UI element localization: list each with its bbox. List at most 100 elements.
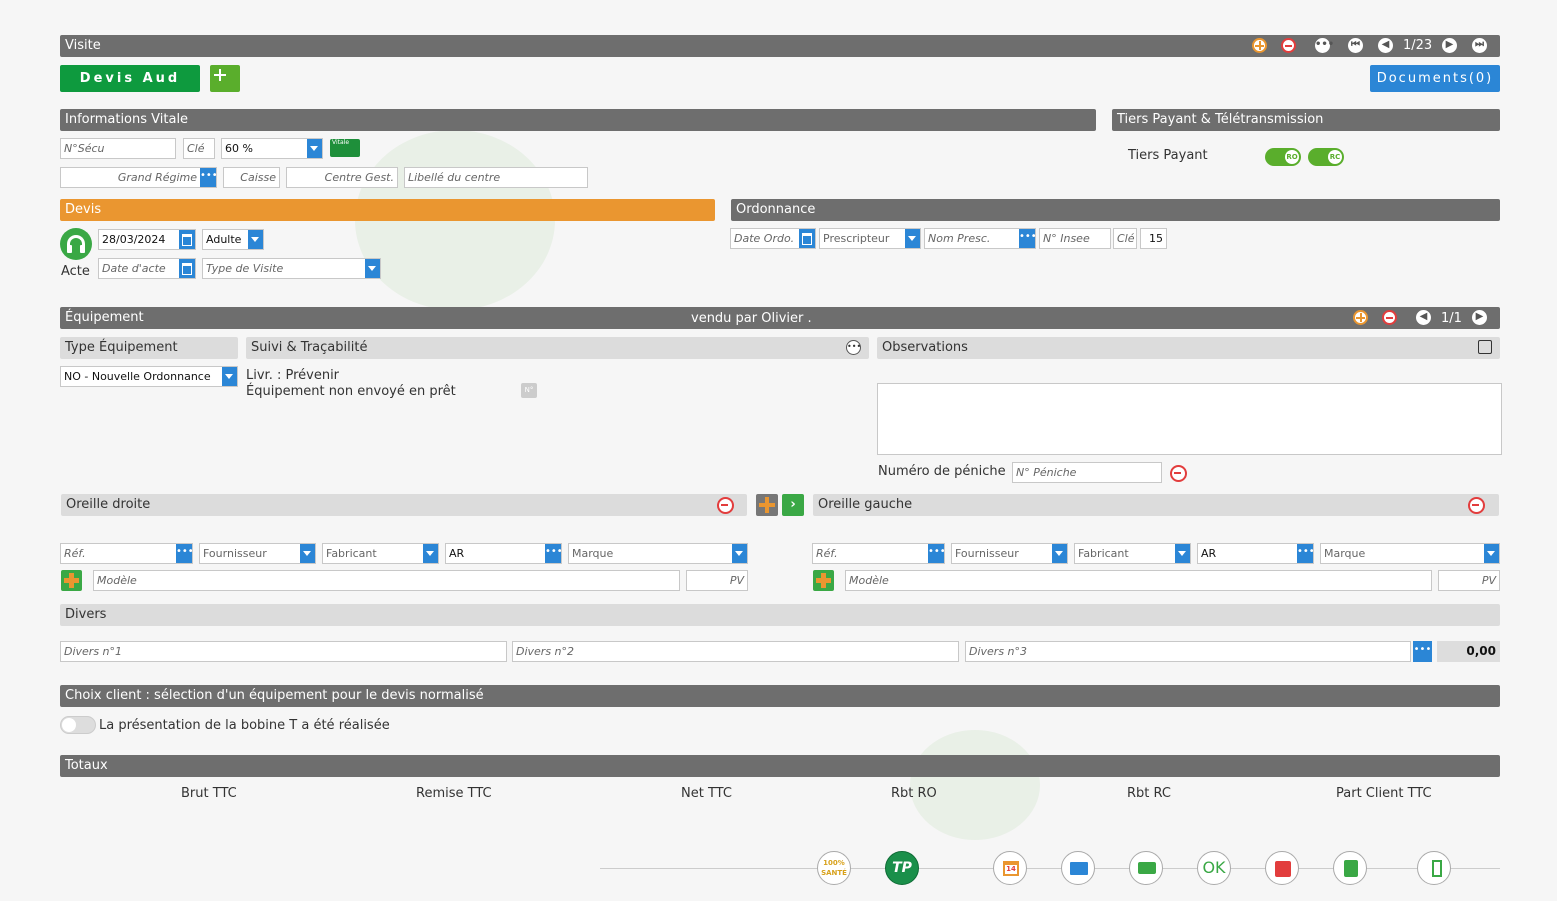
remove-peniche-icon[interactable] xyxy=(1170,465,1187,482)
observations-textarea[interactable] xyxy=(877,383,1502,455)
ordo-cle-input[interactable]: Clé xyxy=(1113,228,1137,249)
calendar-button[interactable]: 14 xyxy=(993,851,1027,885)
background-watermark-logo-2 xyxy=(910,730,1040,840)
date-acte-input[interactable]: Date d'acte xyxy=(98,258,196,279)
nom-presc-input[interactable]: Nom Presc. ••• xyxy=(924,228,1036,249)
ro-toggle[interactable]: RO xyxy=(1265,148,1301,166)
choix-client-header: Choix client : sélection d'un équipement… xyxy=(60,685,1500,707)
more-options-icon[interactable]: ••• xyxy=(1315,38,1334,53)
numero-icon[interactable]: N° xyxy=(521,383,537,398)
chevron-down-icon xyxy=(1175,544,1190,563)
og-fabricant-select[interactable]: Fabricant xyxy=(1074,543,1191,564)
edit-observations-icon[interactable] xyxy=(1478,340,1492,354)
exit-button[interactable] xyxy=(1417,851,1451,885)
headphones-icon[interactable] xyxy=(60,228,92,260)
grand-regime-search-icon[interactable]: ••• xyxy=(200,168,216,187)
pret-text: Équipement non envoyé en prêt xyxy=(246,384,456,399)
prescripteur-select[interactable]: Prescripteur xyxy=(819,228,921,249)
bobine-toggle[interactable] xyxy=(60,716,96,734)
prev-page-icon[interactable]: ◀ xyxy=(1378,38,1393,53)
divers-header: Divers xyxy=(60,604,1500,626)
vitale-card-icon[interactable]: Vitale xyxy=(330,139,360,157)
cle-input[interactable]: Clé xyxy=(183,138,215,159)
tiers-payant-label: Tiers Payant xyxy=(1128,148,1208,163)
calendar-icon[interactable] xyxy=(179,230,195,249)
suivi-more-icon[interactable]: ••• xyxy=(846,340,861,355)
od-modele-input[interactable]: Modèle xyxy=(93,570,680,591)
og-fournisseur-select[interactable]: Fournisseur xyxy=(951,543,1068,564)
og-pv-input[interactable]: PV xyxy=(1438,570,1500,591)
last-page-icon[interactable]: ⏭ xyxy=(1472,38,1487,53)
remove-oreille-gauche-icon[interactable] xyxy=(1468,497,1485,514)
devis-date-input[interactable]: 28/03/2024 xyxy=(98,229,196,250)
divers-2-input[interactable]: Divers n°2 xyxy=(512,641,959,662)
type-equipement-select[interactable]: NO - Nouvelle Ordonnance xyxy=(60,366,238,387)
ordonnance-header: Ordonnance xyxy=(731,199,1500,221)
og-ref-search-icon[interactable]: ••• xyxy=(928,544,944,563)
prev-equipement-icon[interactable]: ◀ xyxy=(1416,310,1431,325)
send-email-button[interactable] xyxy=(1061,851,1095,885)
ok-button[interactable]: OK xyxy=(1197,851,1231,885)
chevron-down-icon xyxy=(248,230,263,249)
remove-oreille-droite-icon[interactable] xyxy=(717,497,734,514)
divers-search-icon[interactable]: ••• xyxy=(1413,641,1432,662)
og-modele-input[interactable]: Modèle xyxy=(845,570,1432,591)
peniche-input[interactable]: N° Péniche xyxy=(1012,462,1162,483)
add-devis-button[interactable] xyxy=(210,65,240,92)
date-ordo-placeholder: Date Ordo. xyxy=(734,232,795,245)
centre-gest-input[interactable]: Centre Gest. xyxy=(286,167,398,188)
calendar-icon[interactable] xyxy=(799,229,815,248)
og-marque-select[interactable]: Marque xyxy=(1320,543,1500,564)
od-add-modele-icon[interactable] xyxy=(61,570,82,591)
caisse-input[interactable]: Caisse xyxy=(223,167,280,188)
rc-toggle[interactable]: RC xyxy=(1308,148,1344,166)
od-ref-search-icon[interactable]: ••• xyxy=(176,544,192,563)
devis-aud-button[interactable]: Devis Aud xyxy=(60,65,200,92)
grand-regime-input[interactable]: Grand Régime ••• xyxy=(60,167,217,188)
divers-3-input[interactable]: Divers n°3 xyxy=(965,641,1411,662)
ordo-cle-value[interactable]: 15 xyxy=(1140,228,1167,249)
od-ar-search-icon[interactable]: ••• xyxy=(545,544,561,563)
og-fabricant-placeholder: Fabricant xyxy=(1078,547,1129,560)
totaux-title: Totaux xyxy=(65,758,108,773)
chevron-down-icon xyxy=(423,544,438,563)
og-ar-search-icon[interactable]: ••• xyxy=(1297,544,1313,563)
od-ar-input[interactable]: AR ••• xyxy=(445,543,562,564)
tp-button[interactable]: TP xyxy=(885,851,919,885)
og-ref-input[interactable]: Réf. ••• xyxy=(812,543,945,564)
insee-input[interactable]: N° Insee xyxy=(1039,228,1111,249)
libelle-centre-input[interactable]: Libellé du centre xyxy=(404,167,588,188)
type-patient-value: Adulte xyxy=(206,233,242,246)
nsecu-input[interactable]: N°Sécu xyxy=(60,138,176,159)
type-patient-select[interactable]: Adulte xyxy=(202,229,264,250)
type-visite-select[interactable]: Type de Visite xyxy=(202,258,381,279)
od-fabricant-select[interactable]: Fabricant xyxy=(322,543,439,564)
od-fournisseur-select[interactable]: Fournisseur xyxy=(199,543,316,564)
validate-document-button[interactable] xyxy=(1333,851,1367,885)
add-equipement-icon[interactable] xyxy=(1353,310,1368,325)
divers-1-input[interactable]: Divers n°1 xyxy=(60,641,507,662)
documents-button[interactable]: Documents(0) xyxy=(1370,65,1500,92)
acte-label: Acte xyxy=(61,264,90,279)
part-client-label: Part Client TTC xyxy=(1336,786,1432,801)
sante-100-button[interactable]: 100% SANTÉ xyxy=(817,851,851,885)
od-marque-select[interactable]: Marque xyxy=(568,543,748,564)
first-page-icon[interactable]: ⏮ xyxy=(1348,38,1363,53)
od-ref-input[interactable]: Réf. ••• xyxy=(60,543,193,564)
next-equipement-icon[interactable]: ▶ xyxy=(1472,310,1487,325)
remove-equipement-icon[interactable] xyxy=(1382,310,1397,325)
date-ordo-input[interactable]: Date Ordo. xyxy=(730,228,816,249)
copy-oreille-button[interactable] xyxy=(756,494,778,516)
og-ar-input[interactable]: AR ••• xyxy=(1197,543,1314,564)
taux-select[interactable]: 60 % xyxy=(221,138,323,159)
og-add-modele-icon[interactable] xyxy=(813,570,834,591)
save-button[interactable] xyxy=(1265,851,1299,885)
transfer-oreille-button[interactable]: › xyxy=(782,494,804,516)
print-button[interactable] xyxy=(1129,851,1163,885)
search-prescripteur-icon[interactable]: ••• xyxy=(1019,229,1035,248)
calendar-icon[interactable] xyxy=(179,259,195,278)
od-pv-input[interactable]: PV xyxy=(686,570,748,591)
remove-visite-icon[interactable] xyxy=(1281,38,1296,53)
next-page-icon[interactable]: ▶ xyxy=(1442,38,1457,53)
add-visite-icon[interactable] xyxy=(1252,38,1267,53)
